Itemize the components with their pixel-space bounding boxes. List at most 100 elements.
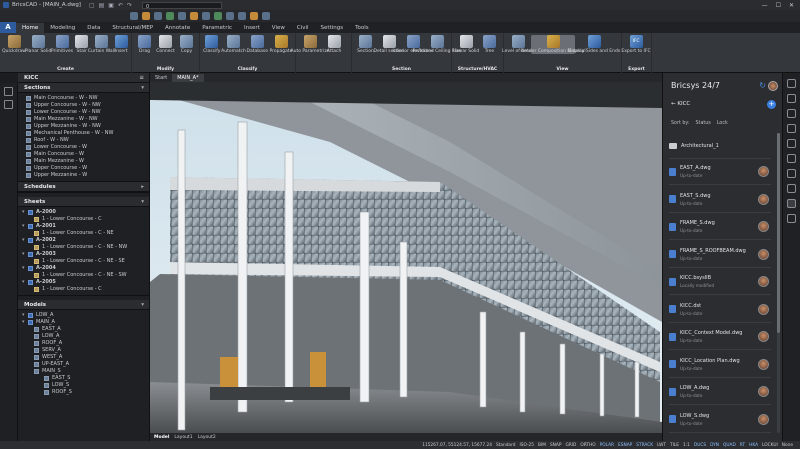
stair-button[interactable]: Stair <box>75 35 89 54</box>
sheet-view-item[interactable]: 1 - Lower Concourse - C - NE <box>22 230 149 237</box>
section-item[interactable]: Mechanical Penthouse - W - NW <box>26 130 149 137</box>
expand-arrow-icon[interactable]: ▾ <box>22 251 27 258</box>
export-ifc-button[interactable]: IFC Export to IFC <box>621 35 651 54</box>
xref-item[interactable]: EAST_A <box>22 326 149 333</box>
status-toggle-quad[interactable]: QUAD <box>722 443 737 448</box>
cloud-file-item[interactable]: KICC_Location Plan.dwg Up-to-date <box>669 352 771 378</box>
model-item[interactable]: ▾ LOW_A <box>22 312 149 319</box>
status-toggle-esnap[interactable]: ESNAP <box>617 443 633 448</box>
auto-parametrize-button[interactable]: Auto Parametrize <box>291 35 329 54</box>
xref-item[interactable]: LOW_A <box>22 333 149 340</box>
layout-tab-layout1[interactable]: Layout1 <box>174 435 192 440</box>
collapse-icon[interactable]: ▾ <box>141 302 144 308</box>
status-toggle-iso-25[interactable]: ISO-25 <box>519 443 536 448</box>
insert-button[interactable]: Insert <box>114 35 129 54</box>
material-icon[interactable] <box>250 12 258 20</box>
refresh-icon[interactable]: ↻ <box>759 81 766 90</box>
status-toggle-ducs[interactable]: DUCS <box>693 443 707 448</box>
favorites-icon[interactable] <box>787 214 796 223</box>
linear-solid-button[interactable]: Linear Solid <box>453 35 479 54</box>
status-toggle-grid[interactable]: GRID <box>564 443 577 448</box>
open-icon[interactable]: ▤ <box>99 2 105 9</box>
structure-browser-icon[interactable] <box>4 87 13 96</box>
status-toggle-none[interactable]: None <box>781 443 794 448</box>
tab-tools[interactable]: Tools <box>349 23 375 33</box>
sheet-item[interactable]: ▾ A-2002 <box>22 237 149 244</box>
layout-tab-layout2[interactable]: Layout2 <box>198 435 216 440</box>
save-icon[interactable]: ▣ <box>108 2 114 9</box>
xref-child-item[interactable]: LOW_S <box>22 382 149 389</box>
tab-view[interactable]: View <box>266 23 291 33</box>
doc-tab-start[interactable]: Start <box>150 74 172 82</box>
minimize-icon[interactable]: — <box>762 2 768 9</box>
drawing-explorer-icon[interactable] <box>787 139 796 148</box>
folder-item[interactable]: Architectural_1 <box>669 133 771 159</box>
propagate-button[interactable]: Propagate <box>270 35 292 54</box>
bim-library-icon[interactable] <box>787 169 796 178</box>
expand-arrow-icon[interactable]: ▾ <box>22 312 27 319</box>
sheet-view-item[interactable]: 1 - Lower Concourse - C - NE - SW <box>22 272 149 279</box>
sheet-item[interactable]: ▾ A-2004 <box>22 265 149 272</box>
lightbulb-icon[interactable] <box>787 79 796 88</box>
models-header[interactable]: Models ▾ <box>18 300 149 310</box>
sheet-item[interactable]: ▾ A-2001 <box>22 223 149 230</box>
back-button[interactable]: ← KICC <box>671 101 690 107</box>
library-icon[interactable] <box>787 184 796 193</box>
curtain-wall-button[interactable]: Curtain Wall <box>88 35 115 54</box>
sheet-item[interactable]: ▾ A-2000 <box>22 209 149 216</box>
primitives-button[interactable]: Primitives <box>51 35 73 54</box>
status-toggle-dyn[interactable]: DYN <box>709 443 720 448</box>
cloud-file-item[interactable]: LOW_S.dwg Up-to-date <box>669 407 771 433</box>
properties-icon[interactable] <box>787 94 796 103</box>
status-toggle-strack[interactable]: STRACK <box>635 443 654 448</box>
xref-item[interactable]: UP-EAST_A <box>22 361 149 368</box>
section-item[interactable]: Lower Concourse - W <box>26 144 149 151</box>
sheet-view-item[interactable]: 1 - Lower Concourse - C <box>22 216 149 223</box>
schedules-header[interactable]: Schedules ▸ <box>18 182 149 192</box>
status-toggle-tile[interactable]: TILE <box>669 443 680 448</box>
xref-item[interactable]: MAIN_S <box>22 368 149 375</box>
status-toggle-polar[interactable]: POLAR <box>599 443 615 448</box>
section-item[interactable]: Main Mezzanine - W <box>26 158 149 165</box>
expand-arrow-icon[interactable]: ▾ <box>22 319 27 326</box>
sheets-header[interactable]: Sheets ▾ <box>18 197 149 207</box>
tab-home[interactable]: Home <box>16 23 45 33</box>
sort-status-button[interactable]: Status <box>696 121 711 126</box>
sheet-view-item[interactable]: 1 - Lower Concourse - C - NE - NW <box>22 244 149 251</box>
scrollbar[interactable] <box>777 133 780 433</box>
bim-icon[interactable] <box>226 12 234 20</box>
tab-civil[interactable]: Civil <box>291 23 315 33</box>
visual-style-icon[interactable] <box>178 12 186 20</box>
display-sides-ends-button[interactable]: Display Sides and Ends <box>568 35 620 54</box>
tab-annotate[interactable]: Annotate <box>159 23 196 33</box>
structure-icon[interactable] <box>238 12 246 20</box>
tree-button[interactable]: Tree <box>479 35 500 54</box>
layer-dropdown[interactable]: 0 <box>142 1 223 10</box>
quickdraw-button[interactable]: Quickdraw <box>2 35 26 54</box>
layer-state-icon[interactable] <box>166 12 174 20</box>
section-item[interactable]: Roof - W - NW <box>26 137 149 144</box>
xref-item[interactable]: SERV_A <box>22 347 149 354</box>
cloud-file-item[interactable]: EAST_S.dwg Up-to-date <box>669 187 771 213</box>
materials-icon[interactable] <box>787 109 796 118</box>
section-item[interactable]: Lower Concourse - W - NW <box>26 109 149 116</box>
status-toggle-1-1[interactable]: 1:1 <box>682 443 691 448</box>
connect-button[interactable]: Connect <box>156 35 175 54</box>
maximize-icon[interactable]: ☐ <box>776 2 781 9</box>
section-item[interactable]: Main Mezzanine - W - NW <box>26 116 149 123</box>
undo-icon[interactable]: ↶ <box>118 2 123 9</box>
planar-solid-button[interactable]: Planar Solid <box>25 35 51 54</box>
status-toggle-ortho[interactable]: ORTHO <box>579 443 596 448</box>
xref-child-item[interactable]: EAST_S <box>22 375 149 382</box>
expand-arrow-icon[interactable]: ▾ <box>22 265 27 272</box>
expand-arrow-icon[interactable]: ▾ <box>22 279 27 286</box>
expand-arrow-icon[interactable]: ▾ <box>22 223 27 230</box>
new-icon[interactable]: ▢ <box>89 2 95 9</box>
section-item[interactable]: Upper Concourse - W <box>26 165 149 172</box>
section-item[interactable]: Upper Mezzanine - W <box>26 172 149 179</box>
cloud-file-item[interactable]: KICC.dst Up-to-date <box>669 297 771 323</box>
expand-icon[interactable]: ▸ <box>141 184 144 190</box>
expand-arrow-icon[interactable]: ▾ <box>22 237 27 244</box>
sheet-item[interactable]: ▾ A-2003 <box>22 251 149 258</box>
classify-button[interactable]: Classify <box>203 35 221 54</box>
